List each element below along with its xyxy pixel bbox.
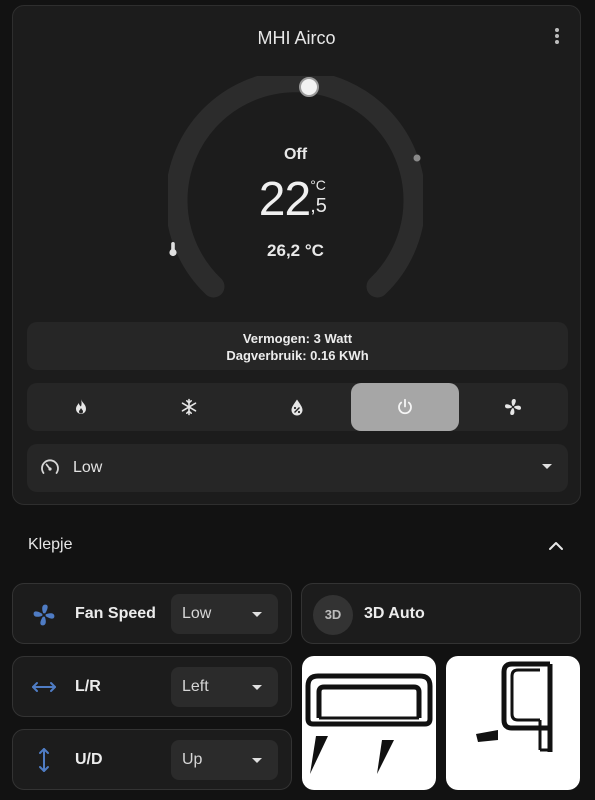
fan-speed-value: Low [182, 605, 212, 622]
target-temperature: 22 °C ,5 [168, 173, 423, 227]
mode-heat-button[interactable] [27, 383, 135, 431]
fan-speed-select[interactable]: Low [171, 594, 278, 634]
target-temp-integer: 22 [258, 173, 311, 226]
card-title: MHI Airco [257, 28, 336, 48]
dropdown-arrow-icon [542, 464, 552, 469]
fan-mode-select[interactable]: Low [27, 444, 568, 492]
ac-front-view-icon [305, 673, 433, 774]
dropdown-arrow-icon [252, 758, 262, 763]
lr-value: Left [182, 678, 209, 695]
mode-fan-button[interactable] [459, 383, 567, 431]
water-percent-icon [291, 399, 303, 416]
power-icon [398, 398, 412, 415]
3d-icon: 3D [313, 595, 353, 635]
temperature-dial[interactable]: Off 22 °C ,5 26,2 °C [168, 76, 423, 301]
mode-off-button[interactable] [351, 383, 459, 431]
chevron-up-icon[interactable] [546, 536, 566, 556]
3d-auto-label: 3D Auto [364, 605, 425, 622]
daily-usage-text: Dagverbruik: 0.16 KWh [226, 348, 369, 363]
thermometer-icon [169, 242, 177, 257]
flame-icon [76, 399, 86, 414]
fan-mode-value: Low [73, 459, 103, 476]
mode-dry-button[interactable] [243, 383, 351, 431]
temp-unit: °C [310, 177, 326, 193]
snowflake-icon [181, 398, 197, 416]
fan-speed-tile: Fan Speed Low [12, 583, 292, 644]
target-temp-decimal: ,5 [310, 195, 327, 217]
louvre-lr-image[interactable] [302, 656, 436, 790]
lr-tile: L/R Left [12, 656, 292, 717]
lr-select[interactable]: Left [171, 667, 278, 707]
lr-label: L/R [75, 678, 101, 695]
mode-cool-button[interactable] [135, 383, 243, 431]
energy-info: Vermogen: 3 Watt Dagverbruik: 0.16 KWh [27, 322, 568, 370]
current-temp-value: 26,2 °C [267, 241, 324, 260]
fan-icon [505, 399, 521, 415]
louvre-ud-image[interactable] [446, 656, 580, 790]
fan-speed-label: Fan Speed [75, 605, 156, 622]
3d-auto-tile[interactable]: 3D 3D Auto [301, 583, 581, 644]
ac-side-view-icon [476, 661, 553, 752]
ud-label: U/D [75, 751, 103, 768]
fan-icon [33, 604, 55, 626]
dropdown-arrow-icon [252, 685, 262, 690]
section-title: Klepje [28, 536, 73, 553]
hvac-mode-bar [27, 383, 568, 431]
power-text: Vermogen: 3 Watt [242, 331, 353, 346]
arrow-left-right-icon [32, 682, 56, 692]
ud-value: Up [182, 751, 203, 768]
arrow-up-down-icon [39, 748, 49, 772]
hvac-state: Off [283, 146, 308, 163]
more-options-icon[interactable] [552, 26, 562, 50]
ud-select[interactable]: Up [171, 740, 278, 780]
speedometer-icon [41, 459, 59, 474]
dropdown-arrow-icon [252, 612, 262, 617]
current-temperature: 26,2 °C [168, 241, 423, 261]
ud-tile: U/D Up [12, 729, 292, 790]
thermostat-card: MHI Airco Off 22 °C ,5 26,2 °C Vermogen: 3… [12, 5, 581, 505]
dial-handle[interactable] [299, 77, 319, 97]
